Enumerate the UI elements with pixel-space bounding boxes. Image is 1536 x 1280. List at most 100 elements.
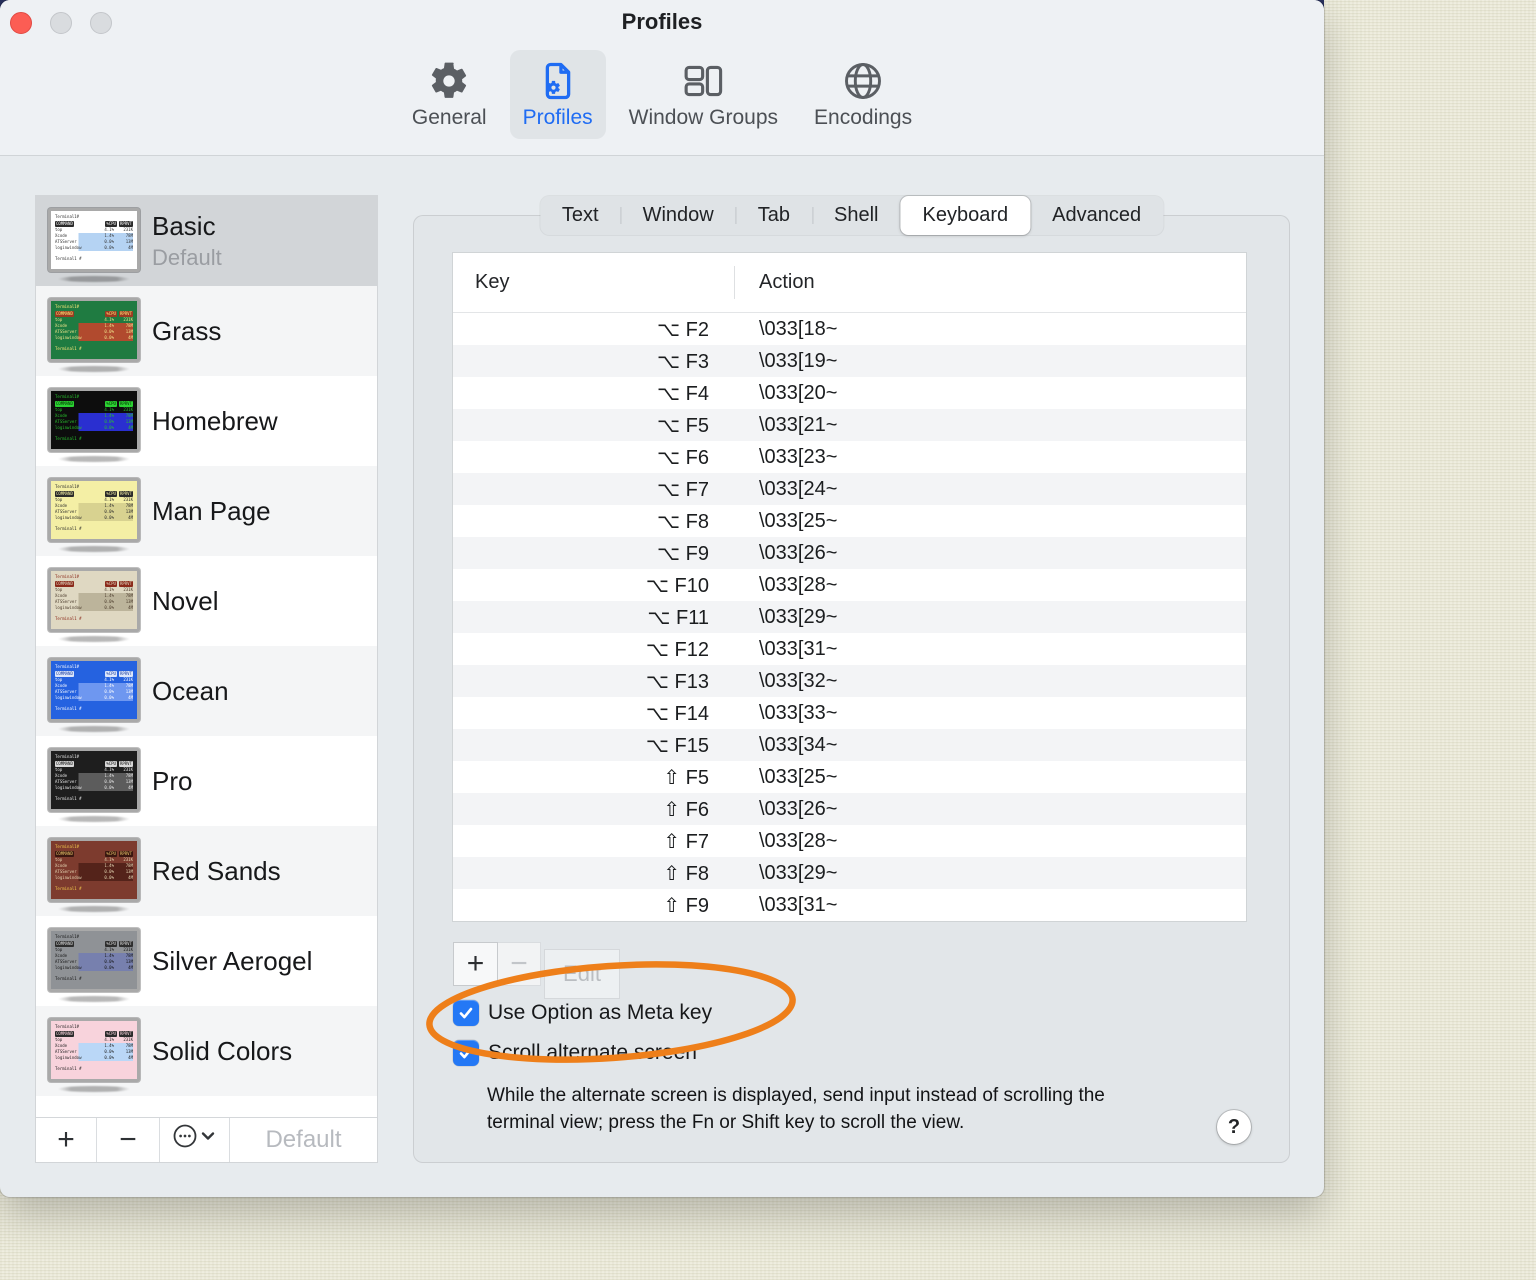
key-mappings-table: Key Action ⌥ F2 \033[18~ ⌥ F3 \033[19~ ⌥ F4 \… (453, 253, 1246, 921)
action-cell: \033[32~ (759, 669, 838, 692)
key-cell: ⇧ F8 (663, 862, 709, 885)
help-button[interactable]: ? (1217, 1110, 1251, 1144)
profile-row-ocean[interactable]: Terminal1# COMMAND %CPU RPRVT top 4.1% 231K Xco… (36, 646, 377, 736)
action-cell: \033[34~ (759, 733, 838, 756)
table-row[interactable]: ⌥ F8 \033[25~ (453, 505, 1246, 537)
tab-advanced[interactable]: Advanced (1030, 196, 1163, 235)
ellipsis-circle-chevron-icon (172, 1121, 218, 1159)
profile-thumbnail: Terminal1# COMMAND %CPU RPRVT top 4.1% 231K Xco… (48, 1018, 140, 1082)
toolbar-item-label: General (411, 106, 487, 129)
column-header-key: Key (475, 271, 510, 293)
profile-row-red-sands[interactable]: Terminal1# COMMAND %CPU RPRVT top 4.1% 231K Xco… (36, 826, 377, 916)
table-row[interactable]: ⌥ F7 \033[24~ (453, 473, 1246, 505)
action-cell: \033[26~ (759, 541, 838, 564)
table-row[interactable]: ⌥ F14 \033[33~ (453, 697, 1246, 729)
document-gear-icon (535, 58, 581, 104)
action-cell: \033[31~ (759, 637, 838, 660)
checkbox-label: Scroll alternate screen (488, 1041, 697, 1064)
remove-profile-button[interactable]: − (97, 1118, 160, 1162)
profile-thumbnail: Terminal1# COMMAND %CPU RPRVT top 4.1% 231K Xco… (48, 388, 140, 452)
key-cell: ⌥ F15 (645, 734, 709, 757)
gear-icon (426, 58, 472, 104)
scroll-alternate-screen-checkbox-row[interactable]: Scroll alternate screen (453, 1040, 697, 1066)
profile-name: Red Sands (152, 855, 281, 886)
edit-mapping-button[interactable]: Edit (544, 949, 620, 999)
toolbar-item-window-groups[interactable]: Window Groups (616, 50, 791, 139)
checkbox-checked-icon[interactable] (453, 1000, 479, 1026)
terminal-preferences-window: Profiles General Profiles Window Groups Enc… (0, 0, 1324, 1197)
thumbnail-shadow (58, 546, 130, 552)
table-row[interactable]: ⌥ F11 \033[29~ (453, 601, 1246, 633)
table-row[interactable]: ⇧ F5 \033[25~ (453, 761, 1246, 793)
add-profile-button[interactable]: + (36, 1118, 97, 1162)
tab-shell[interactable]: Shell (812, 196, 900, 235)
profile-thumbnail: Terminal1# COMMAND %CPU RPRVT top 4.1% 231K Xco… (48, 928, 140, 992)
thumbnail-shadow (58, 366, 130, 372)
key-cell: ⇧ F5 (663, 766, 709, 789)
profile-row-grass[interactable]: Terminal1# COMMAND %CPU RPRVT top 4.1% 231K Xco… (36, 286, 377, 376)
table-row[interactable]: ⇧ F9 \033[31~ (453, 889, 1246, 921)
table-row[interactable]: ⌥ F10 \033[28~ (453, 569, 1246, 601)
checkbox-checked-icon[interactable] (453, 1040, 479, 1066)
profile-row-novel[interactable]: Terminal1# COMMAND %CPU RPRVT top 4.1% 231K Xco… (36, 556, 377, 646)
action-cell: \033[26~ (759, 797, 838, 820)
table-row[interactable]: ⌥ F12 \033[31~ (453, 633, 1246, 665)
table-row[interactable]: ⇧ F7 \033[28~ (453, 825, 1246, 857)
key-cell: ⌥ F13 (645, 670, 709, 693)
table-row[interactable]: ⌥ F15 \033[34~ (453, 729, 1246, 761)
use-option-as-meta-checkbox-row[interactable]: Use Option as Meta key (453, 1000, 712, 1026)
thumbnail-shadow (58, 906, 130, 912)
globe-icon (840, 58, 886, 104)
tab-tab[interactable]: Tab (735, 196, 812, 235)
table-row[interactable]: ⌥ F5 \033[21~ (453, 409, 1246, 441)
profile-settings-panel: Text Window Tab Shell Keyboard Advanced Key A… (413, 196, 1290, 1163)
action-cell: \033[19~ (759, 349, 838, 372)
profile-row-man-page[interactable]: Terminal1# COMMAND %CPU RPRVT top 4.1% 231K Xco… (36, 466, 377, 556)
profile-thumbnail: Terminal1# COMMAND %CPU RPRVT top 4.1% 231K Xco… (48, 658, 140, 722)
profile-name: Homebrew (152, 405, 278, 436)
profile-row-homebrew[interactable]: Terminal1# COMMAND %CPU RPRVT top 4.1% 231K Xco… (36, 376, 377, 466)
toolbar-item-label: Window Groups (628, 106, 779, 129)
thumbnail-shadow (58, 996, 130, 1002)
profile-thumbnail: Terminal1# COMMAND %CPU RPRVT top 4.1% 231K Xco… (48, 298, 140, 362)
profile-row-basic[interactable]: Terminal1# COMMAND %CPU RPRVT top 4.1% 231K Xco… (36, 196, 377, 286)
tab-keyboard[interactable]: Keyboard (900, 196, 1031, 235)
key-cell: ⌥ F7 (657, 478, 709, 501)
action-cell: \033[23~ (759, 445, 838, 468)
table-row[interactable]: ⌥ F13 \033[32~ (453, 665, 1246, 697)
tab-window[interactable]: Window (620, 196, 736, 235)
table-row[interactable]: ⌥ F9 \033[26~ (453, 537, 1246, 569)
remove-mapping-button[interactable]: − (498, 942, 541, 986)
thumbnail-shadow (58, 276, 130, 282)
key-cell: ⌥ F12 (645, 638, 709, 661)
key-cell: ⇧ F7 (663, 830, 709, 853)
table-row[interactable]: ⇧ F6 \033[26~ (453, 793, 1246, 825)
key-cell: ⌥ F8 (657, 510, 709, 533)
toolbar-item-profiles[interactable]: Profiles (509, 50, 606, 139)
table-row[interactable]: ⌥ F4 \033[20~ (453, 377, 1246, 409)
profile-thumbnail: Terminal1# COMMAND %CPU RPRVT top 4.1% 231K Xco… (48, 478, 140, 542)
add-mapping-button[interactable]: + (453, 942, 498, 986)
key-cell: ⌥ F11 (647, 606, 709, 629)
table-row[interactable]: ⇧ F8 \033[29~ (453, 857, 1246, 889)
profile-name: Man Page (152, 495, 271, 526)
toolbar-item-encodings[interactable]: Encodings (801, 50, 925, 139)
profile-tabs: Text Window Tab Shell Keyboard Advanced (539, 196, 1164, 235)
alternate-screen-description: While the alternate screen is displayed,… (487, 1085, 1105, 1133)
table-row[interactable]: ⌥ F3 \033[19~ (453, 345, 1246, 377)
more-options-button[interactable] (160, 1118, 230, 1162)
profile-row-solid-colors[interactable]: Terminal1# COMMAND %CPU RPRVT top 4.1% 231K Xco… (36, 1006, 377, 1096)
titlebar: Profiles General Profiles Window Groups Enc… (0, 0, 1324, 156)
tab-text[interactable]: Text (540, 196, 621, 235)
profile-name: Ocean (152, 675, 229, 706)
table-row[interactable]: ⌥ F6 \033[23~ (453, 441, 1246, 473)
toolbar-item-general[interactable]: General (399, 50, 500, 139)
profile-thumbnail: Terminal1# COMMAND %CPU RPRVT top 4.1% 231K Xco… (48, 838, 140, 902)
set-default-button[interactable]: Default (230, 1118, 377, 1162)
profile-name: Silver Aerogel (152, 945, 313, 976)
table-row[interactable]: ⌥ F2 \033[18~ (453, 313, 1246, 345)
profile-row-silver-aerogel[interactable]: Terminal1# COMMAND %CPU RPRVT top 4.1% 231K Xco… (36, 916, 377, 1006)
profile-row-pro[interactable]: Terminal1# COMMAND %CPU RPRVT top 4.1% 231K Xco… (36, 736, 377, 826)
column-header-action: Action (759, 271, 815, 293)
action-cell: \033[18~ (759, 317, 838, 340)
